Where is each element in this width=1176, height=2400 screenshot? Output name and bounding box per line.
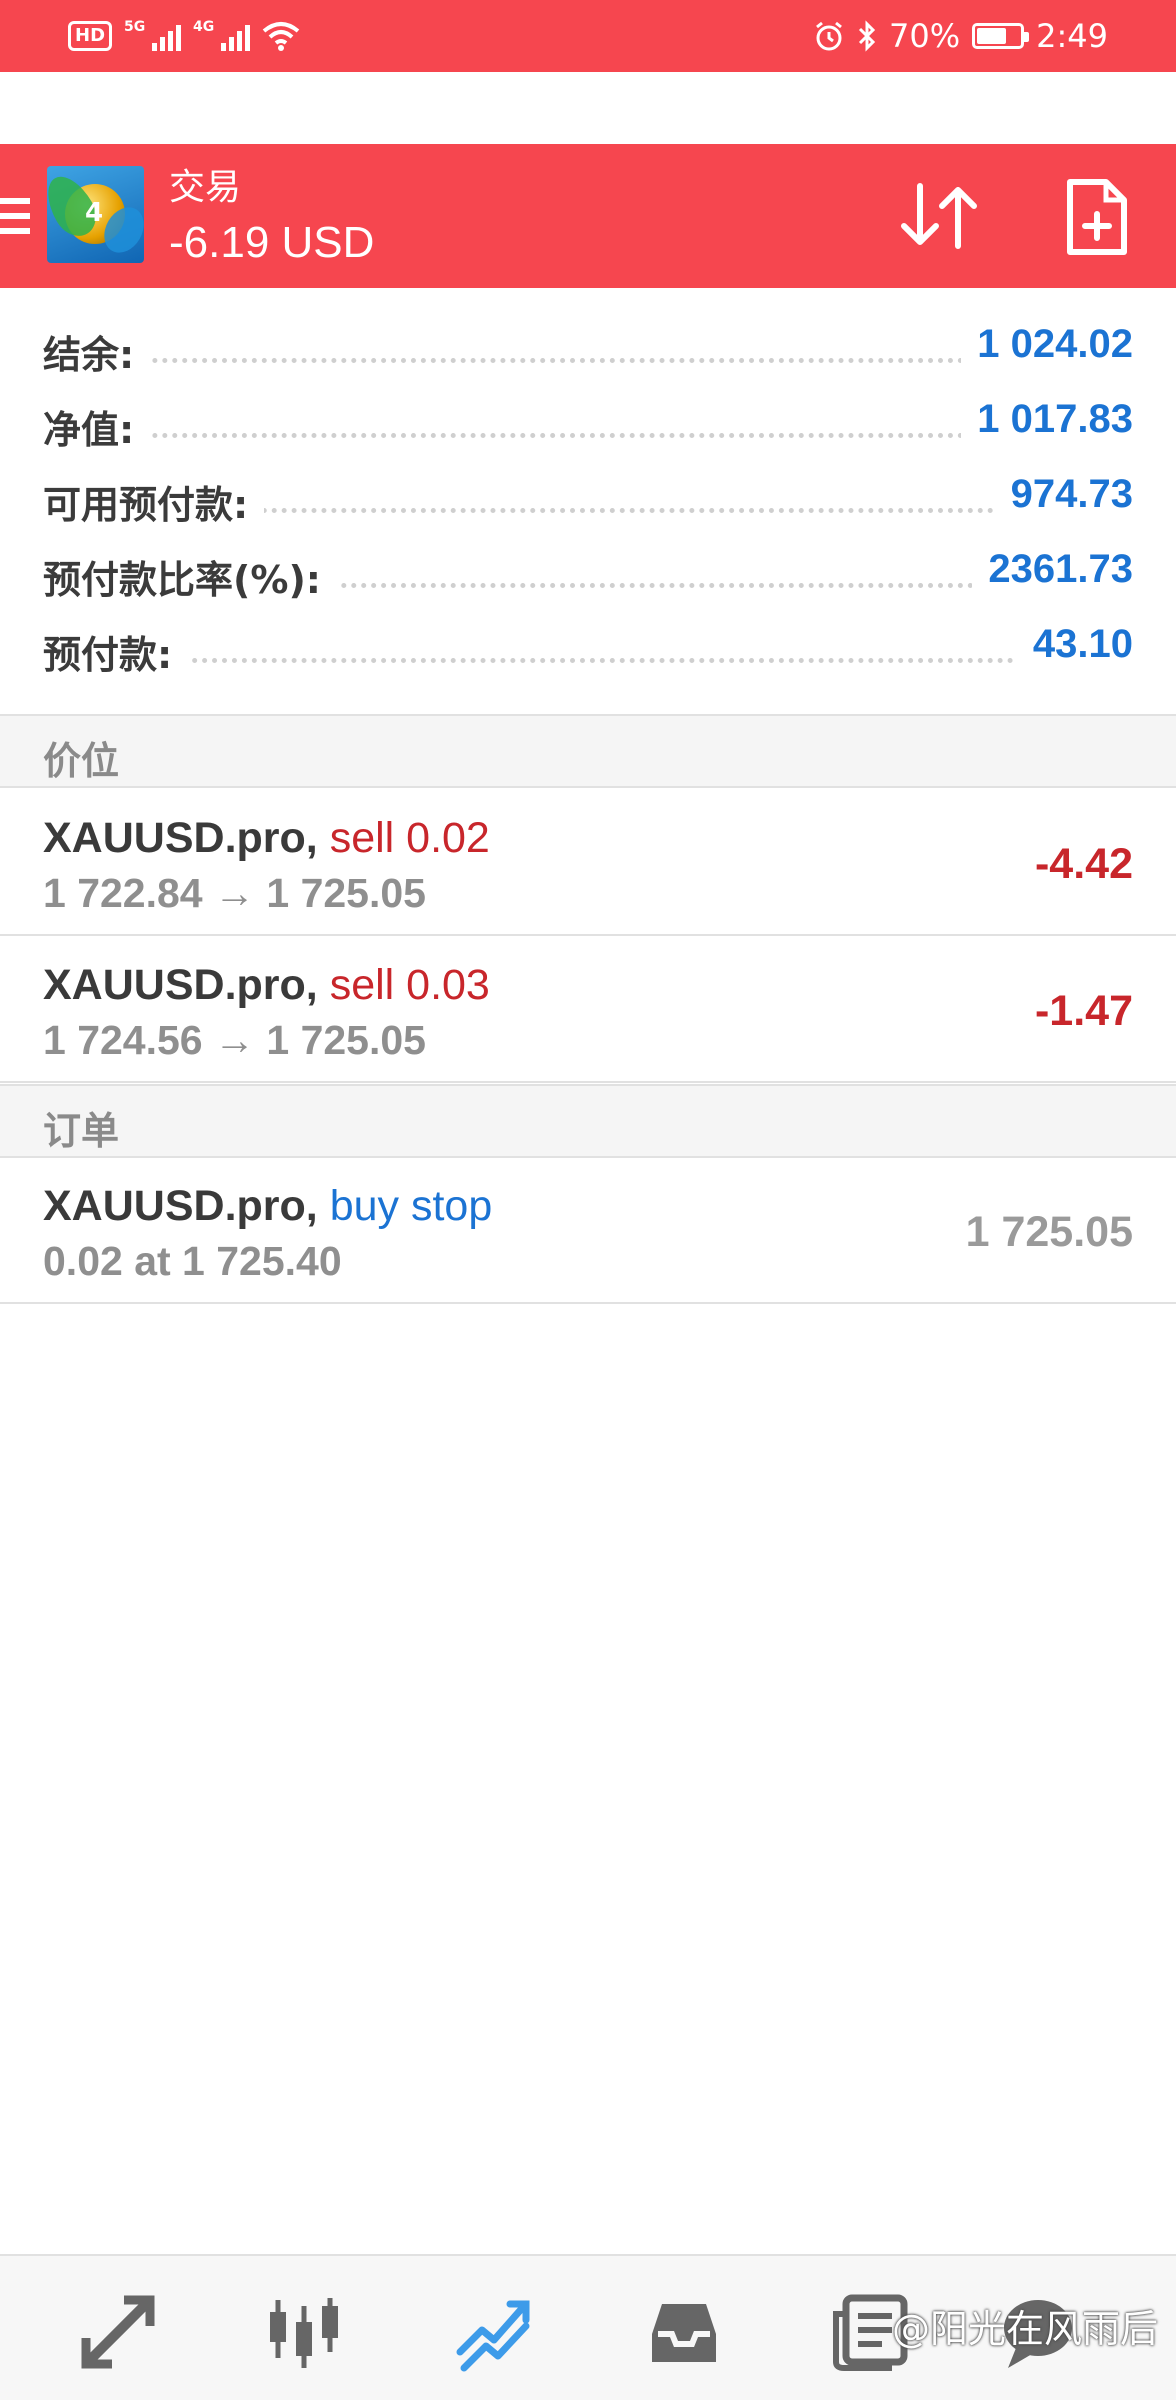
summary-value: 1 024.02 [961, 322, 1133, 367]
position-row[interactable]: XAUUSD.pro, sell 0.02 1 722.84 → 1 725.0… [0, 790, 1176, 936]
profit-total: -6.19 USD [169, 218, 375, 267]
status-right: 70% 2:49 [813, 16, 1108, 56]
signal-icon: 5G [124, 19, 182, 51]
watermark: @阳光在风雨后 [891, 2307, 1158, 2351]
order-row[interactable]: XAUUSD.pro, buy stop 0.02 at 1 725.40 1 … [0, 1158, 1176, 1304]
app-logo: 4 [47, 166, 144, 263]
position-prices: 1 722.84 → 1 725.05 [43, 870, 426, 916]
wifi-icon [262, 22, 300, 51]
account-summary: 结余: 1 024.02 净值: 1 017.83 可用预付款: 974.73 … [0, 312, 1176, 687]
summary-value: 2361.73 [972, 547, 1133, 592]
section-title: 订单 [43, 1109, 120, 1153]
position-side: sell 0.02 [329, 814, 490, 862]
menu-icon[interactable] [0, 198, 30, 238]
summary-balance: 结余: 1 024.02 [0, 312, 1176, 387]
position-profit: -4.42 [1034, 840, 1133, 888]
summary-label: 预付款: [43, 624, 189, 679]
hd-badge: HD [68, 21, 113, 51]
status-left: HD 5G 4G [68, 16, 300, 56]
position-prices: 1 724.56 → 1 725.05 [43, 1017, 426, 1063]
order-price: 1 725.05 [965, 1208, 1133, 1256]
sim2-tag: 4G [193, 19, 215, 35]
summary-label: 结余: [43, 324, 151, 379]
chart-candles-icon[interactable] [264, 2292, 344, 2372]
position-symbol: XAUUSD.pro, [43, 814, 318, 862]
bluetooth-icon [858, 20, 876, 52]
sort-icon[interactable] [898, 180, 982, 252]
section-header-orders: 订单 [0, 1084, 1176, 1158]
trade-lines-icon[interactable] [454, 2292, 534, 2372]
section-header-positions: 价位 [0, 714, 1176, 788]
summary-free-margin: 可用预付款: 974.73 [0, 462, 1176, 537]
order-symbol: XAUUSD.pro, [43, 1182, 318, 1230]
battery-percent: 70% [889, 17, 961, 55]
battery-icon [972, 23, 1030, 49]
summary-equity: 净值: 1 017.83 [0, 387, 1176, 462]
summary-value: 974.73 [994, 472, 1133, 517]
page-title: 交易 [169, 167, 242, 208]
position-symbol: XAUUSD.pro, [43, 961, 318, 1009]
status-bar: HD 5G 4G 70% 2:49 [0, 0, 1176, 72]
history-inbox-icon[interactable] [644, 2292, 724, 2372]
position-profit: -1.47 [1034, 987, 1133, 1035]
summary-value: 1 017.83 [961, 397, 1133, 442]
summary-value: 43.10 [1016, 622, 1133, 667]
section-title: 价位 [43, 739, 120, 783]
summary-label: 预付款比率(%): [43, 549, 338, 604]
summary-label: 可用预付款: [43, 474, 265, 529]
order-detail: 0.02 at 1 725.40 [43, 1238, 342, 1284]
order-side: buy stop [329, 1182, 493, 1230]
position-row[interactable]: XAUUSD.pro, sell 0.03 1 724.56 → 1 725.0… [0, 937, 1176, 1083]
quotes-arrows-icon[interactable] [78, 2292, 158, 2372]
summary-label: 净值: [43, 399, 151, 454]
signal-icon-2: 4G [193, 19, 251, 51]
position-side: sell 0.03 [329, 961, 490, 1009]
summary-margin: 预付款: 43.10 [0, 612, 1176, 687]
sim1-tag: 5G [124, 19, 146, 35]
new-order-icon[interactable] [1064, 176, 1130, 258]
logo-badge: 4 [85, 198, 104, 228]
clock: 2:49 [1036, 17, 1108, 55]
alarm-icon [816, 21, 842, 51]
summary-margin-level: 预付款比率(%): 2361.73 [0, 537, 1176, 612]
app-bar: 4 交易 -6.19 USD [0, 144, 1176, 288]
